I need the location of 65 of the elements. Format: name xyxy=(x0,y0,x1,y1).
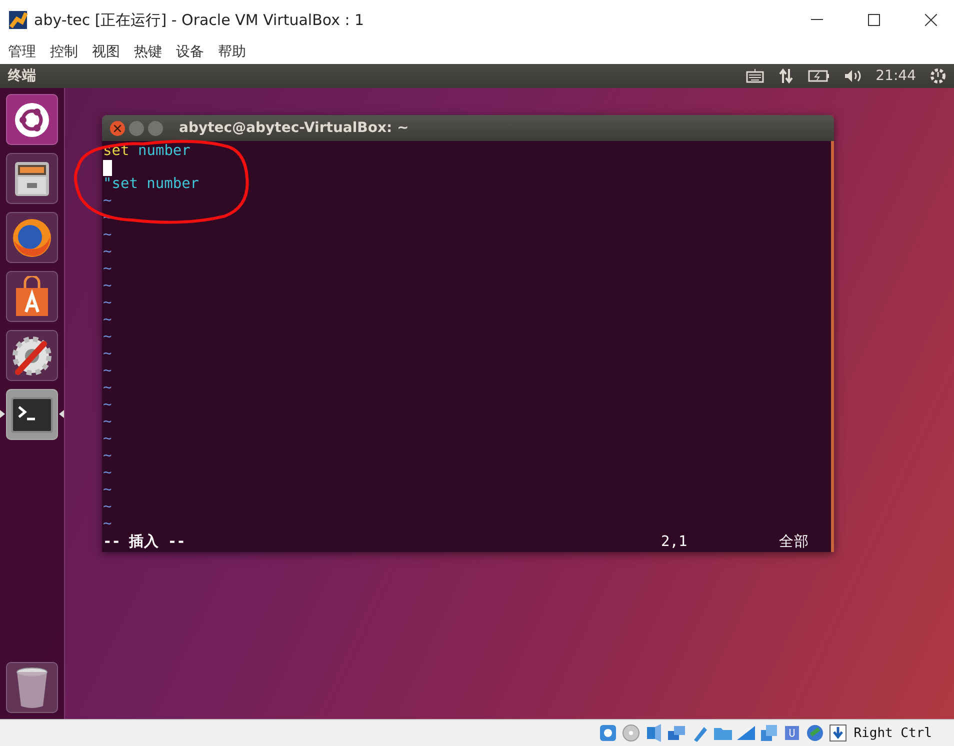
empty-line-tilde: ~ xyxy=(103,193,113,210)
battery-icon[interactable] xyxy=(808,70,830,82)
gear-wrench-icon xyxy=(10,334,54,378)
focus-indicator-icon xyxy=(59,410,64,418)
text-cursor xyxy=(103,160,112,176)
empty-line-tilde: ~ xyxy=(103,516,113,533)
empty-line-tilde: ~ xyxy=(103,278,113,295)
launcher-item[interactable] xyxy=(6,271,58,322)
app-name: 终端 xyxy=(8,67,37,85)
empty-line-tilde: ~ xyxy=(103,244,113,261)
empty-line-tilde: ~ xyxy=(103,312,113,329)
empty-line-tilde: ~ xyxy=(103,482,113,499)
cursor-position: 2,1 xyxy=(661,534,688,551)
capture-status-icon[interactable] xyxy=(758,723,779,743)
clock[interactable]: 21:44 xyxy=(876,68,916,84)
vim-mode: -- 插入 -- xyxy=(103,534,186,551)
host-key-label: Right Ctrl xyxy=(854,726,932,740)
empty-line-tilde: ~ xyxy=(103,397,113,414)
network-status-icon[interactable] xyxy=(666,723,687,743)
launcher-item[interactable] xyxy=(6,330,58,381)
empty-line-tilde: ~ xyxy=(103,346,113,363)
empty-line-tilde: ~ xyxy=(103,448,113,465)
volume-icon[interactable] xyxy=(844,69,862,83)
menu-item[interactable]: 控制 xyxy=(50,43,78,61)
trash-launcher-item[interactable] xyxy=(6,662,58,713)
menu-item[interactable]: 热键 xyxy=(134,43,162,61)
close-icon xyxy=(114,124,121,132)
minimize-icon xyxy=(811,19,823,21)
ubuntu-logo-icon xyxy=(14,102,50,138)
empty-line-tilde: ~ xyxy=(103,363,113,380)
terminal-title: abytec@abytec-VirtualBox: ~ xyxy=(179,120,409,136)
empty-line-tilde: ~ xyxy=(103,414,113,431)
empty-line-tilde: ~ xyxy=(103,380,113,397)
maximize-icon xyxy=(868,14,880,26)
empty-line-tilde: ~ xyxy=(103,499,113,516)
menu-item[interactable]: 设备 xyxy=(176,43,204,61)
launcher-item[interactable] xyxy=(6,94,58,145)
keyboard-icon[interactable] xyxy=(746,69,764,83)
terminal-icon xyxy=(11,396,53,432)
firefox-icon xyxy=(11,216,53,258)
empty-line-tilde: ~ xyxy=(103,295,113,312)
empty-line-tilde: ~ xyxy=(103,227,113,244)
code-text: number xyxy=(138,143,190,160)
arrow-status-icon[interactable] xyxy=(828,723,848,743)
empty-line-tilde: ~ xyxy=(103,329,113,346)
launcher-item[interactable] xyxy=(6,153,58,204)
comment-text: "set number xyxy=(103,176,200,193)
menu-item[interactable]: 视图 xyxy=(92,43,120,61)
empty-line-tilde: ~ xyxy=(103,465,113,482)
menu-item[interactable]: 管理 xyxy=(8,43,36,61)
minimize-button[interactable] xyxy=(129,120,144,136)
power-gear-icon[interactable] xyxy=(930,68,946,84)
disk-status-icon[interactable] xyxy=(598,723,618,743)
scroll-position: 全部 xyxy=(779,534,809,551)
empty-line-tilde: ~ xyxy=(103,261,113,278)
virtualbox-logo-icon xyxy=(8,10,28,30)
network-arrows-icon[interactable] xyxy=(778,68,794,84)
optical-status-icon[interactable] xyxy=(620,723,641,743)
menu-item[interactable]: 帮助 xyxy=(218,43,246,61)
running-indicator-icon xyxy=(0,410,5,418)
launcher-item[interactable] xyxy=(6,212,58,263)
empty-line-tilde: ~ xyxy=(103,431,113,448)
window-title: aby-tec [正在运行] - Oracle VM VirtualBox : 1 xyxy=(34,10,366,30)
close-icon xyxy=(925,14,937,26)
close-button[interactable] xyxy=(110,120,125,136)
